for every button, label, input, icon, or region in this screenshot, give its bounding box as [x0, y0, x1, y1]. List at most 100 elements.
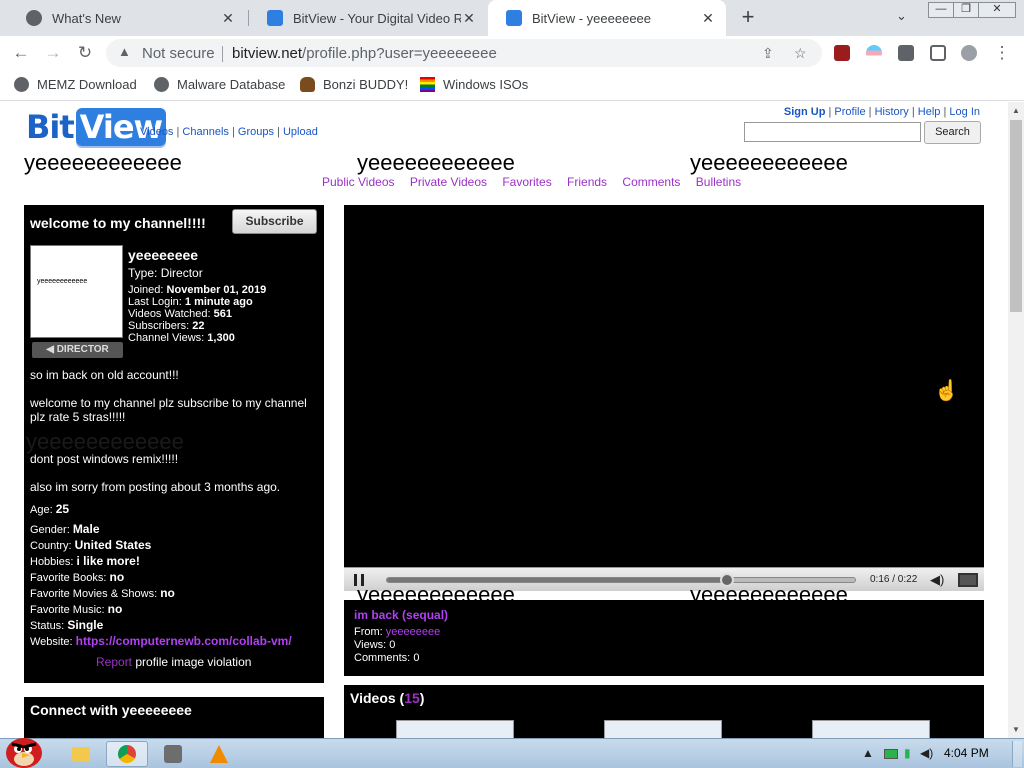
subscribe-button[interactable]: Subscribe — [232, 209, 317, 234]
taskbar-explorer[interactable] — [60, 741, 102, 767]
bitview-favicon-icon — [267, 10, 283, 26]
network-icon[interactable]: ▮ — [904, 746, 911, 760]
video-views: Views: 0 — [354, 639, 395, 651]
profile-last-login: Last Login: 1 minute ago — [128, 296, 253, 308]
nav-groups[interactable]: Groups — [238, 126, 274, 138]
history-link[interactable]: History — [875, 106, 909, 118]
profile-avatar-icon[interactable] — [961, 45, 977, 61]
background-username: yeeeeeeeeeeee — [357, 150, 515, 175]
puzzle-icon[interactable] — [898, 45, 914, 61]
video-thumbnail[interactable] — [604, 720, 722, 738]
from-label: From: — [354, 626, 383, 638]
bookmark-memz[interactable]: MEMZ Download — [14, 77, 137, 92]
nav-channels[interactable]: Channels — [182, 126, 228, 138]
warning-icon[interactable]: ▲ — [118, 44, 131, 59]
reload-button[interactable]: ↻ — [74, 42, 96, 64]
report-line: Report profile image violation — [96, 655, 251, 669]
bookmark-label: Malware Database — [177, 77, 286, 92]
videos-heading: Videos (15) — [350, 690, 425, 706]
share-icon[interactable]: ⇪ — [762, 45, 774, 62]
taskbar-chrome[interactable] — [106, 741, 148, 767]
tab-title: What's New — [52, 10, 121, 26]
menu-kebab-icon[interactable]: ⋮ — [991, 42, 1013, 64]
scroll-down-icon[interactable]: ▼ — [1012, 725, 1020, 734]
back-button[interactable]: ← — [10, 42, 32, 64]
close-icon[interactable]: ✕ — [220, 10, 236, 27]
nav-videos[interactable]: Videos — [140, 126, 173, 138]
joined-label: Joined: — [128, 284, 164, 296]
show-desktop-button[interactable] — [1012, 741, 1022, 767]
bookmark-bonzi[interactable]: Bonzi BUDDY! — [300, 77, 408, 92]
close-icon[interactable]: ✕ — [700, 10, 716, 27]
tab-whats-new[interactable]: What's New ✕ — [8, 0, 246, 36]
nav-upload[interactable]: Upload — [283, 126, 318, 138]
scroll-up-icon[interactable]: ▲ — [1012, 106, 1020, 115]
detail-value: Single — [67, 618, 104, 632]
tab-public-videos[interactable]: Public Videos — [322, 175, 395, 189]
video-thumbnail[interactable] — [812, 720, 930, 738]
profile-link[interactable]: Profile — [834, 106, 865, 118]
volume-icon[interactable]: ◀) — [930, 572, 944, 588]
bookmark-windows-isos[interactable]: Windows ISOs — [420, 77, 528, 92]
taskbar-app[interactable] — [152, 741, 194, 767]
address-bar[interactable]: ▲ Not secure bitview.net/profile.php?use… — [106, 39, 822, 67]
background-username: yeeeeeeeeeeee — [24, 150, 182, 175]
fullscreen-icon[interactable] — [958, 573, 978, 587]
detail-movies: Favorite Movies & Shows: no — [30, 586, 175, 600]
detail-label: Age: — [30, 504, 53, 516]
taskbar-vlc[interactable] — [198, 741, 240, 767]
from-user-link[interactable]: yeeeeeeee — [386, 626, 440, 638]
tab-bitview-profile[interactable]: BitView - yeeeeeeee ✕ — [488, 0, 726, 36]
badge-label: DIRECTOR — [56, 344, 109, 355]
tab-friends[interactable]: Friends — [567, 175, 607, 189]
start-button-angry-bird-icon[interactable] — [2, 731, 46, 768]
scroll-thumb[interactable] — [1010, 120, 1022, 312]
website-link[interactable]: https://computernewb.com/collab-vm/ — [76, 634, 292, 648]
window-close-button[interactable]: ✕ — [978, 2, 1016, 18]
url-path: /profile.php?user=yeeeeeeee — [302, 45, 497, 62]
video-title[interactable]: im back (sequal) — [354, 608, 448, 622]
security-label[interactable]: Not secure — [142, 45, 215, 62]
sign-up-link[interactable]: Sign Up — [784, 106, 826, 118]
search-input[interactable] — [744, 122, 921, 142]
bonzi-icon — [300, 77, 315, 92]
rainbow-flag-icon — [420, 77, 435, 92]
tab-bitview-home[interactable]: BitView - Your Digital Video Re ✕ — [249, 0, 487, 36]
page-scrollbar[interactable]: ▲ ▼ — [1008, 102, 1024, 738]
bookmark-malware-db[interactable]: Malware Database — [154, 77, 285, 92]
profile-username: yeeeeeeee — [128, 247, 199, 263]
sidepanel-icon[interactable] — [930, 45, 946, 61]
video-thumbnail[interactable] — [396, 720, 514, 738]
avatar[interactable]: yeeeeeeeeeeee — [30, 245, 123, 338]
close-icon[interactable]: ✕ — [461, 10, 477, 27]
detail-label: Gender: — [30, 524, 70, 536]
restore-button[interactable]: ❐ — [953, 2, 979, 18]
video-info-panel: im back (sequal) From: yeeeeeeee Views: … — [344, 600, 984, 676]
extension-pride-icon[interactable] — [866, 45, 882, 61]
help-link[interactable]: Help — [918, 106, 941, 118]
subscribers-label: Subscribers: — [128, 320, 190, 332]
videos-count[interactable]: 15 — [404, 690, 420, 706]
minimize-button[interactable]: — — [928, 2, 954, 18]
taskbar-clock[interactable]: 4:04 PM — [944, 746, 989, 760]
forward-button[interactable]: → — [42, 42, 64, 64]
url-text[interactable]: bitview.net/profile.php?user=yeeeeeeee — [232, 45, 497, 62]
globe-icon — [14, 77, 29, 92]
log-in-link[interactable]: Log In — [949, 106, 980, 118]
ublock-icon[interactable] — [834, 45, 850, 61]
new-tab-button[interactable]: + — [738, 6, 758, 30]
volume-tray-icon[interactable]: ◀) — [920, 746, 933, 760]
tab-search-button[interactable]: ⌄ — [896, 8, 907, 24]
tab-private-videos[interactable]: Private Videos — [410, 175, 487, 189]
tab-bulletins[interactable]: Bulletins — [696, 175, 741, 189]
battery-icon[interactable] — [884, 749, 898, 759]
tab-comments[interactable]: Comments — [622, 175, 680, 189]
search-button[interactable]: Search — [924, 121, 981, 144]
video-player[interactable]: 0:16 / 0:22 ◀) — [344, 205, 984, 591]
report-link[interactable]: Report — [96, 655, 132, 669]
tray-expand-icon[interactable]: ▲ — [862, 746, 874, 760]
tab-favorites[interactable]: Favorites — [502, 175, 551, 189]
star-icon[interactable]: ☆ — [794, 45, 807, 62]
type-value: Director — [160, 266, 203, 280]
director-badge: ◀ DIRECTOR — [32, 342, 123, 358]
